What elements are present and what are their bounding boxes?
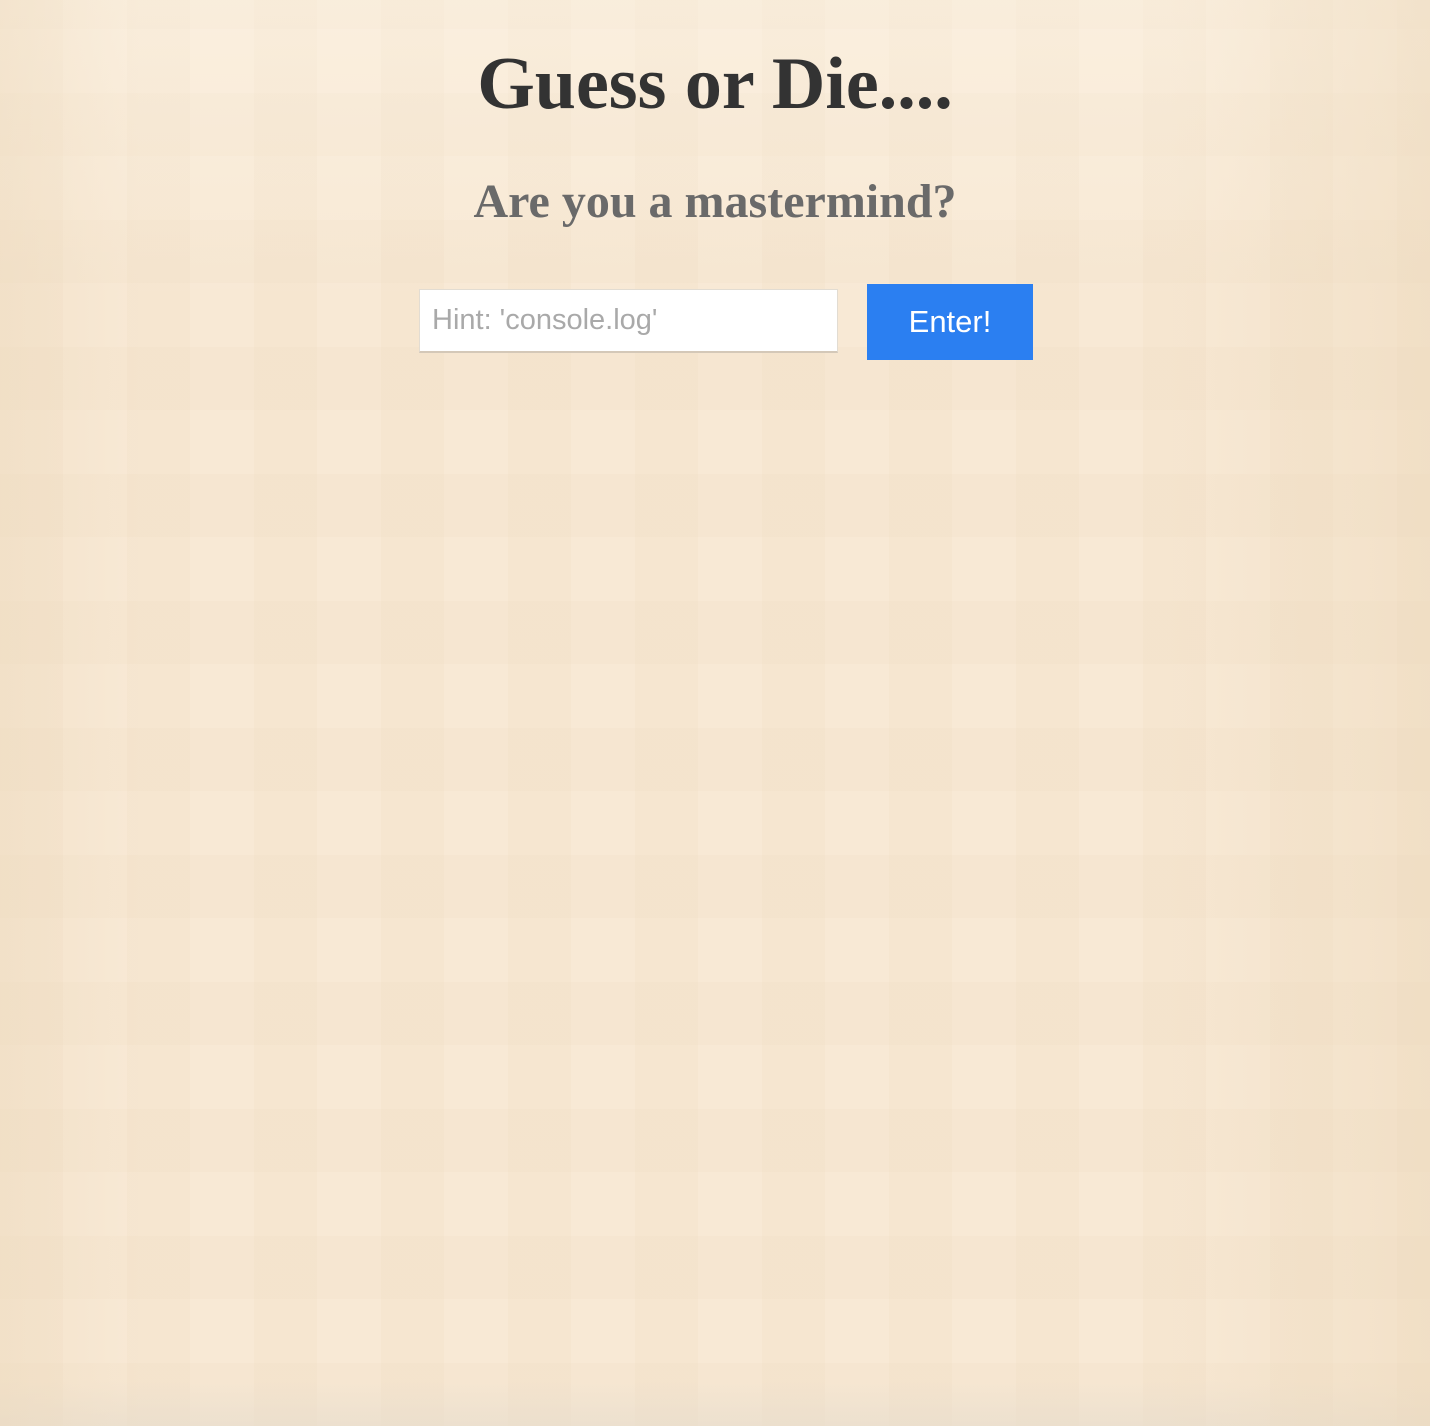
page-subtitle: Are you a mastermind? (473, 175, 957, 228)
page-title: Guess or Die.... (477, 43, 953, 125)
enter-button[interactable]: Enter! (867, 284, 1033, 360)
guess-input[interactable] (419, 289, 838, 353)
